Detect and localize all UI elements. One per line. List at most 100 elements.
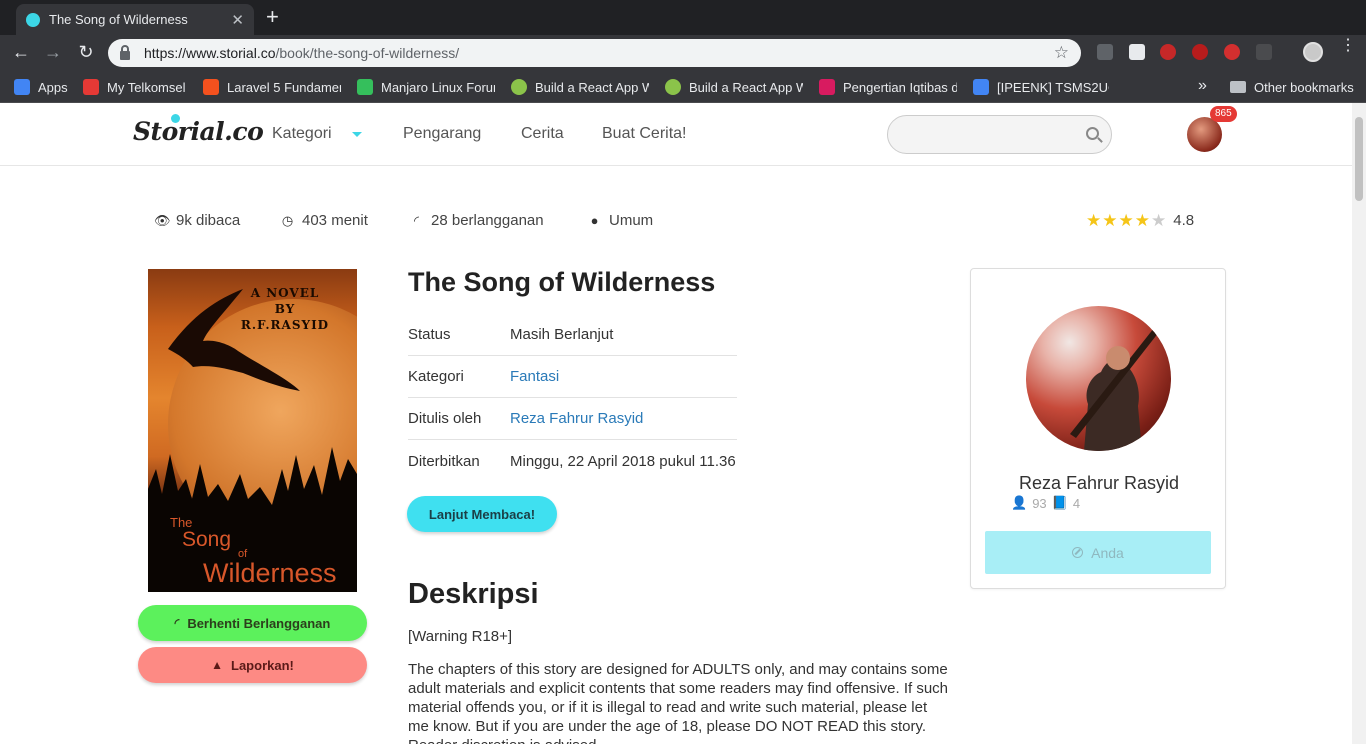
extension-mail-icon[interactable] <box>1097 44 1113 60</box>
bookmark-label: Build a React App W <box>689 79 803 95</box>
stat-audience: ● Umum <box>587 212 654 229</box>
nav-cerita[interactable]: Cerita <box>521 125 564 143</box>
self-follow-button[interactable]: Anda <box>985 531 1211 574</box>
bd-icon <box>819 79 835 95</box>
star-empty-icon: ★ <box>1151 211 1167 230</box>
star-filled-icon: ★ <box>1118 211 1134 230</box>
logo-text: Storial.co <box>133 117 264 146</box>
bookmark-label: Laravel 5 Fundamen <box>227 79 341 95</box>
browser-tabstrip: The Song of Wilderness ✕ + <box>0 0 1366 35</box>
category-link[interactable]: Fantasi <box>510 368 559 385</box>
notification-badge[interactable]: 865 <box>1210 106 1237 122</box>
bookmark-item[interactable]: Build a React App W <box>665 78 803 96</box>
bookmark-label: Pengertian Iqtibas d <box>843 79 957 95</box>
chevron-down-icon[interactable] <box>352 132 362 137</box>
star-filled-icon: ★ <box>1102 211 1118 230</box>
cover-credit-line: BY <box>274 302 296 316</box>
close-tab-icon[interactable]: ✕ <box>231 11 244 29</box>
unsubscribe-label: Berhenti Berlangganan <box>187 615 331 631</box>
rating: ★ ★ ★ ★ ★ 4.8 <box>1086 212 1194 229</box>
nav-buat-cerita[interactable]: Buat Cerita! <box>602 125 686 143</box>
extension-plus-icon[interactable] <box>1224 44 1240 60</box>
eye-icon: 👁 <box>154 212 171 228</box>
nav-kategori[interactable]: Kategori <box>272 125 332 143</box>
leaf-icon <box>665 79 681 95</box>
duration-value: 403 menit <box>302 212 368 229</box>
storial-logo[interactable]: Storial.co <box>133 114 264 146</box>
bookmark-label: Apps <box>38 79 68 95</box>
user-avatar[interactable] <box>1187 117 1222 152</box>
book-title: The Song of Wilderness <box>408 267 716 297</box>
user-icon: 👤 <box>1011 495 1028 510</box>
book-cover: A NOVEL BY R.F.RASYID The Song of Wilder… <box>148 269 357 592</box>
manjaro-icon <box>357 79 373 95</box>
other-bookmarks[interactable]: Other bookmarks <box>1230 78 1360 96</box>
bookmark-item[interactable]: Build a React App W <box>511 78 649 96</box>
more-bookmarks-icon[interactable]: » <box>1198 77 1207 95</box>
storial-favicon-icon <box>26 12 40 27</box>
extension-json-icon[interactable] <box>1256 44 1272 60</box>
star-filled-icon: ★ <box>1086 211 1102 230</box>
cover-title-word: Song <box>182 528 232 551</box>
telkomsel-icon <box>83 79 99 95</box>
folder-icon <box>1230 81 1246 93</box>
bookmark-item[interactable]: Manjaro Linux Forun <box>357 78 495 96</box>
detail-row: Ditulis oleh Reza Fahrur Rasyid <box>408 398 737 440</box>
cover-credit-line: R.F.RASYID <box>240 318 330 332</box>
stat-reads: 👁 9k dibaca <box>154 212 240 229</box>
rss-icon: ◜ <box>174 616 180 630</box>
continue-reading-button[interactable]: Lanjut Membaca! <box>407 496 557 532</box>
nav-pengarang[interactable]: Pengarang <box>403 125 481 143</box>
detail-row: Kategori Fantasi <box>408 356 737 398</box>
detail-label: Ditulis oleh <box>408 410 482 427</box>
bookmark-item[interactable]: Pengertian Iqtibas d <box>819 78 957 96</box>
laravel-icon <box>203 79 219 95</box>
author-card: Reza Fahrur Rasyid 👤 93 📘 4 Anda <box>970 268 1226 589</box>
browser-tab[interactable]: The Song of Wilderness ✕ <box>16 4 254 35</box>
detail-label: Kategori <box>408 368 464 385</box>
google-docs-icon <box>973 79 989 95</box>
search-icon[interactable] <box>1086 127 1099 140</box>
bookmark-item[interactable]: My Telkomsel <box>83 78 193 96</box>
extension-badge-icon[interactable] <box>1160 44 1176 60</box>
extension-ublock-icon[interactable] <box>1192 44 1208 60</box>
search-input[interactable] <box>887 115 1112 154</box>
lock-icon <box>120 44 130 60</box>
author-name[interactable]: Reza Fahrur Rasyid <box>971 473 1227 494</box>
page-scrollbar[interactable] <box>1352 103 1366 744</box>
back-icon[interactable]: ← <box>10 41 32 63</box>
head <box>1106 346 1130 370</box>
bookmark-item[interactable]: Apps <box>14 78 74 96</box>
address-bar[interactable]: https://www.storial.co/book/the-song-of-… <box>108 39 1081 67</box>
tab-title: The Song of Wilderness <box>49 12 188 27</box>
bookmark-star-icon[interactable]: ☆ <box>1054 43 1069 63</box>
globe-icon: ● <box>590 213 599 228</box>
description-body: The chapters of this story are designed … <box>408 661 948 744</box>
detail-row: Status Masih Berlanjut <box>408 314 737 356</box>
cover-title-word: Wilderness <box>203 558 337 588</box>
apps-grid-icon <box>14 79 30 95</box>
new-tab-icon[interactable]: + <box>266 6 279 28</box>
site-header: Storial.co Kategori Pengarang Cerita Bua… <box>0 103 1352 166</box>
extension-doc-icon[interactable] <box>1129 44 1145 60</box>
unsubscribe-button[interactable]: ◜ Berhenti Berlangganan <box>138 605 367 641</box>
report-button[interactable]: ▲ Laporkan! <box>138 647 367 683</box>
forward-icon[interactable]: → <box>42 41 64 63</box>
browser-menu-icon[interactable]: ⋮ <box>1340 38 1356 54</box>
bookmark-label: [IPEENK] TSMS2UC <box>997 79 1109 95</box>
books-count: 4 <box>1072 495 1081 511</box>
bookmark-item[interactable]: [IPEENK] TSMS2UC <box>973 78 1109 96</box>
ban-icon <box>1072 547 1084 558</box>
other-bookmarks-label: Other bookmarks <box>1254 79 1354 95</box>
detail-label: Status <box>408 326 451 343</box>
self-follow-label: Anda <box>1091 544 1124 561</box>
browser-profile-avatar[interactable] <box>1303 42 1323 62</box>
stat-duration: ◷ 403 menit <box>280 212 368 229</box>
report-label: Laporkan! <box>231 657 294 673</box>
author-photo[interactable] <box>1026 306 1171 451</box>
scrollbar-thumb[interactable] <box>1355 117 1363 201</box>
reload-icon[interactable]: ↻ <box>75 41 97 63</box>
author-link[interactable]: Reza Fahrur Rasyid <box>510 410 643 427</box>
description-heading: Deskripsi <box>408 578 539 610</box>
bookmark-item[interactable]: Laravel 5 Fundamen <box>203 78 341 96</box>
